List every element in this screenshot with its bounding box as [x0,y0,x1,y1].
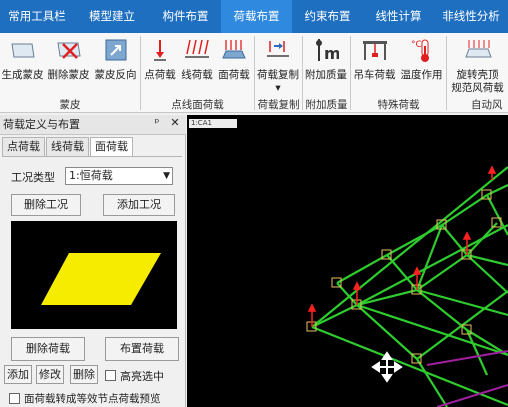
group-label-point-line-area-load: 点线面荷载 [171,99,224,111]
move-cursor-icon [371,351,403,383]
point-load-button[interactable]: 点荷载 [141,33,179,95]
generate-skin-button[interactable]: 生成蒙皮 [0,33,45,95]
truss-model-drawing [306,165,508,407]
point-load-icon [141,33,179,67]
chevron-down-icon: ▼ [163,171,170,181]
area-load-icon [215,33,253,67]
load-copy-button[interactable]: 荷载复制 ▾ [255,33,301,95]
reverse-skin-button[interactable]: 蒙皮反向 [92,33,139,95]
group-label-auto-wind: 自动风 [471,99,503,111]
main-tab-bar: 常用工具栏 模型建立 构件布置 荷载布置 约束布置 线性计算 非线性分析 [0,0,508,33]
delete-load-button[interactable]: 删除荷载 [11,337,85,361]
tab-member-layout[interactable]: 构件布置 [150,0,221,33]
delete-case-button[interactable]: 删除工况 [11,194,81,216]
tab-common-tools[interactable]: 常用工具栏 [0,0,74,33]
model-viewport[interactable]: 1:CA1 [187,115,508,407]
area-load-preview [11,221,177,329]
tab-area-load[interactable]: 面荷载 [90,137,133,156]
panel-tabs: 点荷载 线荷载 面荷载 [2,137,134,156]
line-load-button[interactable]: 线荷载 [179,33,215,95]
highlight-label: 高亮选中 [120,370,164,383]
crane-load-button[interactable]: 吊车荷载 [351,33,398,95]
svg-text:°C: °C [411,40,422,50]
load-copy-icon [255,33,301,67]
dropdown-arrow-icon: ▾ [275,82,281,94]
group-label-special-load: 特殊荷载 [377,99,420,111]
convert-equivalent-label: 面荷载转成等效节点荷载预览 [24,393,161,405]
group-label-load-copy: 荷载复制 [257,99,300,111]
panel-body: 工况类型 1:恒荷载 ▼ 删除工况 添加工况 删除荷载 布置荷载 添加 修改 删… [2,156,182,406]
ribbon: 生成蒙皮 删除蒙皮 蒙皮反向 点荷载 线荷载 面荷载 荷载复制 ▾ m 附加质量… [0,33,508,113]
load-definition-panel: 荷载定义与布置 ᵖ ✕ 点荷载 线荷载 面荷载 工况类型 1:恒荷载 ▼ 删除工… [0,115,186,407]
highlight-checkbox[interactable] [105,370,116,381]
modify-button[interactable]: 修改 [36,365,64,384]
pin-icon[interactable]: ᵖ [150,116,164,129]
delete-skin-icon [45,33,92,67]
skin-icon [0,33,45,67]
temperature-action-button[interactable]: °C 温度作用 [398,33,445,95]
tab-model-build[interactable]: 模型建立 [74,0,150,33]
tab-constraint-layout[interactable]: 约束布置 [292,0,363,33]
thermometer-icon: °C [398,33,445,67]
rotating-shell-wind-load-button[interactable]: 旋转壳顶 规范风荷载 [447,33,508,95]
delete-skin-button[interactable]: 删除蒙皮 [45,33,92,95]
add-button[interactable]: 添加 [4,365,32,384]
line-load-icon [179,33,215,67]
case-type-select[interactable]: 1:恒荷载 ▼ [65,167,173,185]
reverse-arrow-icon [92,33,139,67]
tab-nonlinear-analysis[interactable]: 非线性分析 [434,0,508,33]
area-load-button[interactable]: 面荷载 [215,33,253,95]
tab-line-load[interactable]: 线荷载 [46,137,89,156]
shell-wind-icon [447,33,508,67]
tab-point-load[interactable]: 点荷载 [2,137,45,156]
delete-button[interactable]: 删除 [70,365,98,384]
convert-equivalent-checkbox[interactable] [9,393,20,404]
crane-icon [351,33,398,67]
tab-load-layout[interactable]: 荷载布置 [221,0,292,33]
group-label-skin: 蒙皮 [59,99,81,111]
close-icon[interactable]: ✕ [168,116,182,129]
yellow-parallelogram-shape [41,253,161,305]
place-load-button[interactable]: 布置荷载 [105,337,179,361]
group-label-additional-mass: 附加质量 [305,99,348,111]
svg-text:m: m [324,44,339,63]
tab-linear-calc[interactable]: 线性计算 [363,0,434,33]
add-case-button[interactable]: 添加工况 [103,194,175,216]
additional-mass-button[interactable]: m 附加质量 [303,33,349,95]
app-window: 常用工具栏 模型建立 构件布置 荷载布置 约束布置 线性计算 非线性分析 生成蒙… [0,0,508,407]
case-type-label: 工况类型 [11,171,55,184]
mass-icon: m [303,33,349,67]
